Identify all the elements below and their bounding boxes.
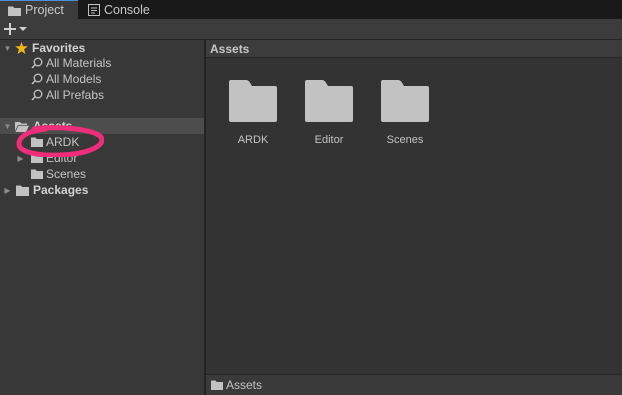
- tree-favorite-item[interactable]: All Materials: [0, 55, 204, 71]
- tree-packages[interactable]: ▶ Packages: [0, 182, 204, 198]
- folder-icon: [229, 80, 277, 122]
- path-bar-label: Assets: [226, 378, 263, 392]
- asset-folder-ardk[interactable]: ARDK: [218, 80, 288, 146]
- create-button[interactable]: [4, 20, 32, 37]
- asset-label: ARDK: [237, 134, 269, 146]
- tree-item-label: ARDK: [46, 135, 80, 149]
- tree-item-label: All Models: [46, 72, 102, 86]
- search-icon: [31, 57, 43, 69]
- project-toolbar: [0, 19, 622, 40]
- tab-console[interactable]: Console: [80, 0, 158, 19]
- asset-label: Scenes: [386, 134, 424, 146]
- expand-arrow-icon[interactable]: ▶: [16, 154, 25, 163]
- console-icon: [88, 3, 100, 16]
- tree-folder-editor[interactable]: ▶ Editor: [0, 150, 204, 166]
- tree-item-label: Scenes: [46, 167, 87, 181]
- tree-folder-scenes[interactable]: Scenes: [0, 166, 204, 182]
- tree-assets-label: Assets: [33, 119, 73, 133]
- asset-label: Editor: [314, 134, 344, 146]
- folder-icon: [8, 6, 21, 16]
- tab-console-label: Console: [104, 2, 150, 17]
- tree-packages-label: Packages: [33, 183, 89, 197]
- tab-project-label: Project: [25, 3, 64, 17]
- path-bar: Assets: [206, 374, 622, 395]
- chevron-down-icon: [19, 26, 27, 31]
- tree-favorite-item[interactable]: All Models: [0, 71, 204, 87]
- breadcrumb: Assets: [206, 40, 622, 58]
- asset-folder-editor[interactable]: Editor: [294, 80, 364, 146]
- project-tree-panel: ▼ Favorites All Materials All Models All…: [0, 40, 204, 395]
- asset-folder-scenes[interactable]: Scenes: [370, 80, 440, 146]
- folder-icon: [31, 169, 43, 179]
- folder-icon: [31, 153, 43, 163]
- expand-arrow-icon[interactable]: ▶: [3, 186, 12, 195]
- star-icon: [15, 42, 28, 54]
- tree-item-label: All Prefabs: [46, 88, 105, 102]
- folder-open-icon: [15, 121, 29, 132]
- tree-assets[interactable]: ▼ Assets: [0, 118, 204, 134]
- tree-favorites-label: Favorites: [32, 41, 86, 55]
- tree-folder-ardk[interactable]: ARDK: [0, 134, 204, 150]
- folder-icon: [305, 80, 353, 122]
- tree-favorite-item[interactable]: All Prefabs: [0, 87, 204, 103]
- tree-item-label: Editor: [46, 151, 78, 165]
- search-icon: [31, 89, 43, 101]
- tree-item-label: All Materials: [46, 56, 112, 70]
- tab-bar: Project Console: [0, 0, 622, 19]
- expand-arrow-icon[interactable]: ▼: [3, 44, 12, 53]
- folder-icon: [211, 380, 223, 390]
- tree-favorites[interactable]: ▼ Favorites: [0, 40, 204, 56]
- search-icon: [31, 73, 43, 85]
- breadcrumb-label[interactable]: Assets: [210, 42, 249, 56]
- folder-icon: [16, 185, 29, 196]
- folder-icon: [31, 137, 43, 147]
- tab-project[interactable]: Project: [0, 0, 78, 19]
- asset-grid-panel: Assets ARDK Editor Scenes Assets: [206, 40, 622, 395]
- plus-icon: [4, 22, 16, 35]
- folder-icon: [381, 80, 429, 122]
- expand-arrow-icon[interactable]: ▼: [3, 122, 12, 131]
